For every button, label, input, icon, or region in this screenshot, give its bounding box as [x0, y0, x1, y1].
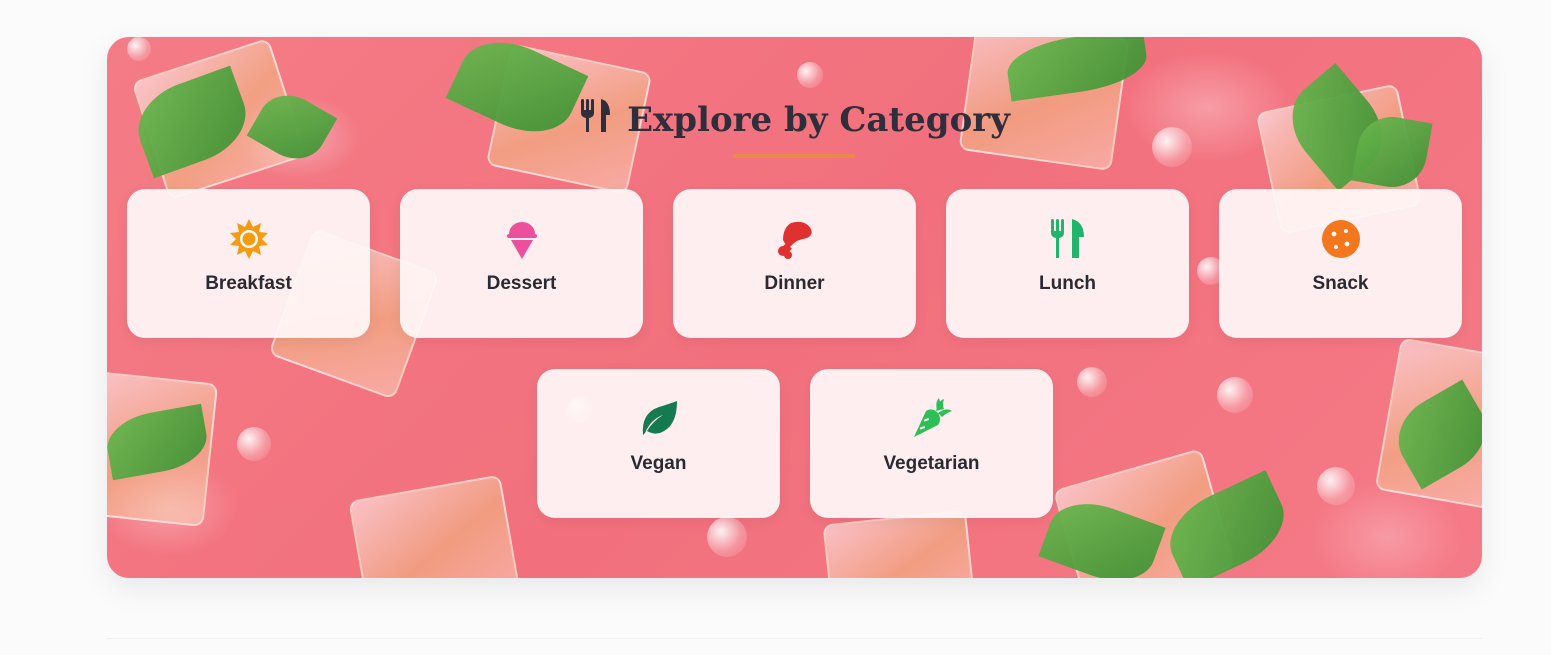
- category-card-dessert[interactable]: Dessert: [400, 189, 643, 338]
- category-label: Lunch: [1039, 273, 1096, 294]
- section-header: Explore by Category: [107, 97, 1482, 142]
- category-card-lunch[interactable]: Lunch: [946, 189, 1189, 338]
- category-label: Vegetarian: [883, 453, 980, 474]
- category-label: Dessert: [486, 273, 557, 294]
- category-card-vegetarian[interactable]: Vegetarian: [810, 369, 1053, 518]
- category-label: Vegan: [630, 453, 687, 474]
- drumstick-icon: [773, 217, 817, 261]
- ice-cream-icon: [500, 217, 544, 261]
- section-divider: [107, 638, 1482, 639]
- category-label: Snack: [1312, 273, 1369, 294]
- category-label: Breakfast: [205, 273, 292, 294]
- fork-knife-icon: [579, 97, 613, 142]
- category-card-dinner[interactable]: Dinner: [673, 189, 916, 338]
- category-section: Explore by Category Breakfast Dessert Di…: [107, 37, 1482, 578]
- category-card-snack[interactable]: Snack: [1219, 189, 1462, 338]
- category-label: Dinner: [764, 273, 825, 294]
- category-card-vegan[interactable]: Vegan: [537, 369, 780, 518]
- sun-icon: [227, 217, 271, 261]
- page-title: Explore by Category: [627, 99, 1010, 140]
- leaf-icon: [637, 397, 681, 441]
- cookie-icon: [1319, 217, 1363, 261]
- title-underline: [733, 154, 855, 158]
- utensils-icon: [1046, 217, 1090, 261]
- carrot-icon: [910, 397, 954, 441]
- category-card-breakfast[interactable]: Breakfast: [127, 189, 370, 338]
